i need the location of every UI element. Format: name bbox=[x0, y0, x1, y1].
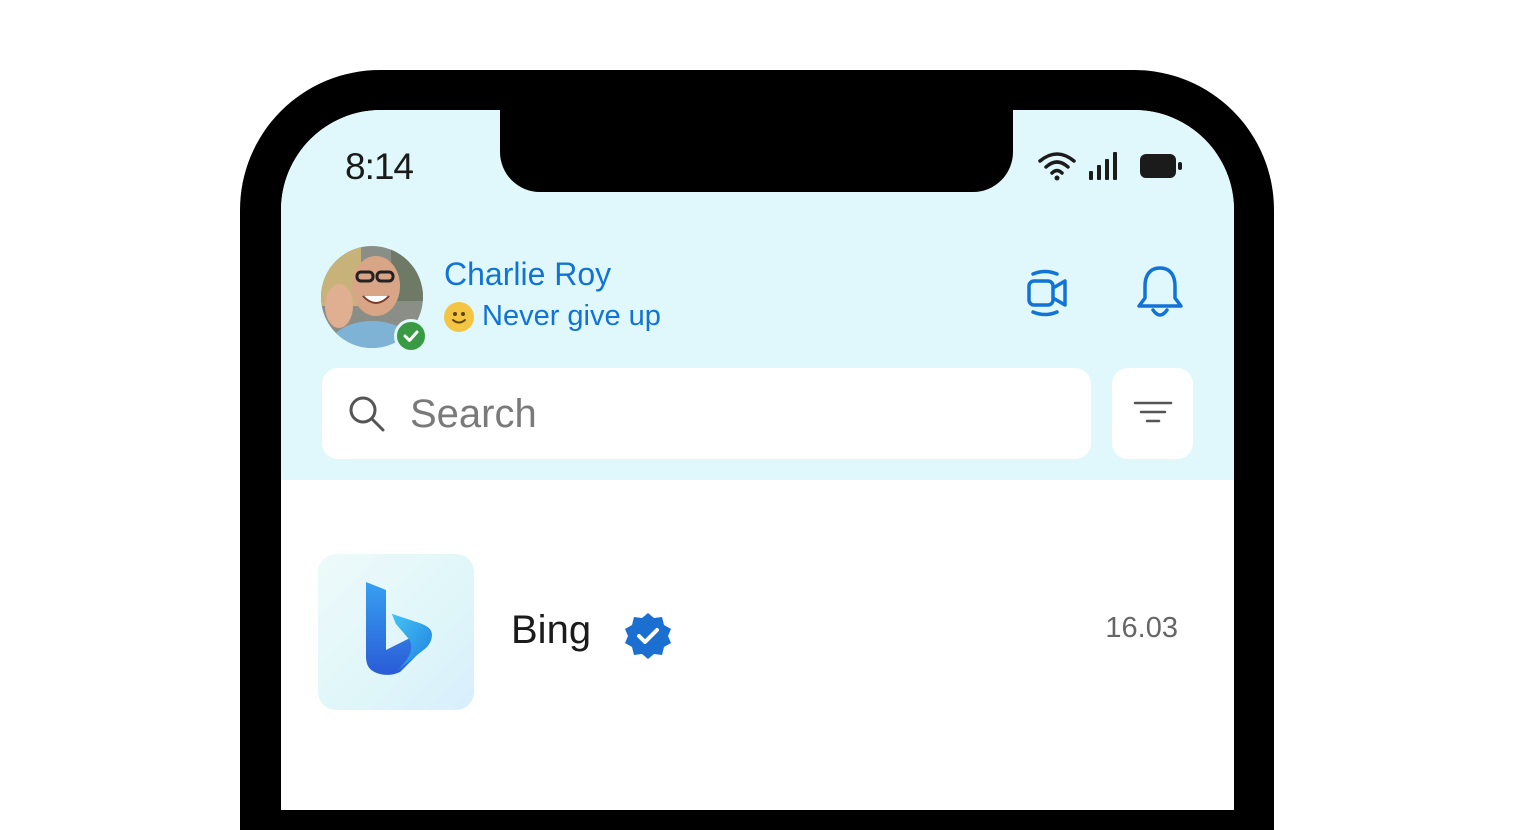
video-camera-icon bbox=[1027, 269, 1067, 317]
wifi-icon bbox=[1038, 152, 1076, 181]
mood-message[interactable]: Never give up bbox=[444, 300, 661, 333]
search-bar[interactable] bbox=[322, 368, 1091, 459]
filter-icon bbox=[1133, 401, 1173, 423]
checkmark-icon bbox=[403, 330, 419, 342]
video-call-button[interactable] bbox=[1025, 268, 1071, 323]
bing-logo-icon bbox=[318, 554, 474, 710]
phone-notch bbox=[500, 110, 1013, 192]
user-name[interactable]: Charlie Roy bbox=[444, 256, 611, 293]
signal-icon bbox=[1089, 152, 1117, 180]
chat-timestamp: 16.03 bbox=[1105, 612, 1178, 644]
bell-icon bbox=[1137, 266, 1183, 317]
chat-list-item[interactable]: Bing 16.03 bbox=[318, 554, 1198, 710]
filter-button[interactable] bbox=[1112, 368, 1193, 459]
notifications-button[interactable] bbox=[1134, 262, 1186, 327]
search-input[interactable] bbox=[408, 388, 1052, 440]
status-time: 8:14 bbox=[345, 146, 414, 187]
smiley-icon bbox=[444, 301, 474, 332]
presence-badge bbox=[394, 319, 428, 353]
search-icon bbox=[349, 396, 385, 432]
battery-icon bbox=[1140, 154, 1182, 178]
app-screen: 8:14 Charlie Roy Never give up Search Bi… bbox=[281, 110, 1234, 810]
chat-name: Bing bbox=[511, 608, 592, 652]
mood-text: Never give up bbox=[482, 300, 661, 332]
verified-badge-icon bbox=[625, 613, 671, 659]
